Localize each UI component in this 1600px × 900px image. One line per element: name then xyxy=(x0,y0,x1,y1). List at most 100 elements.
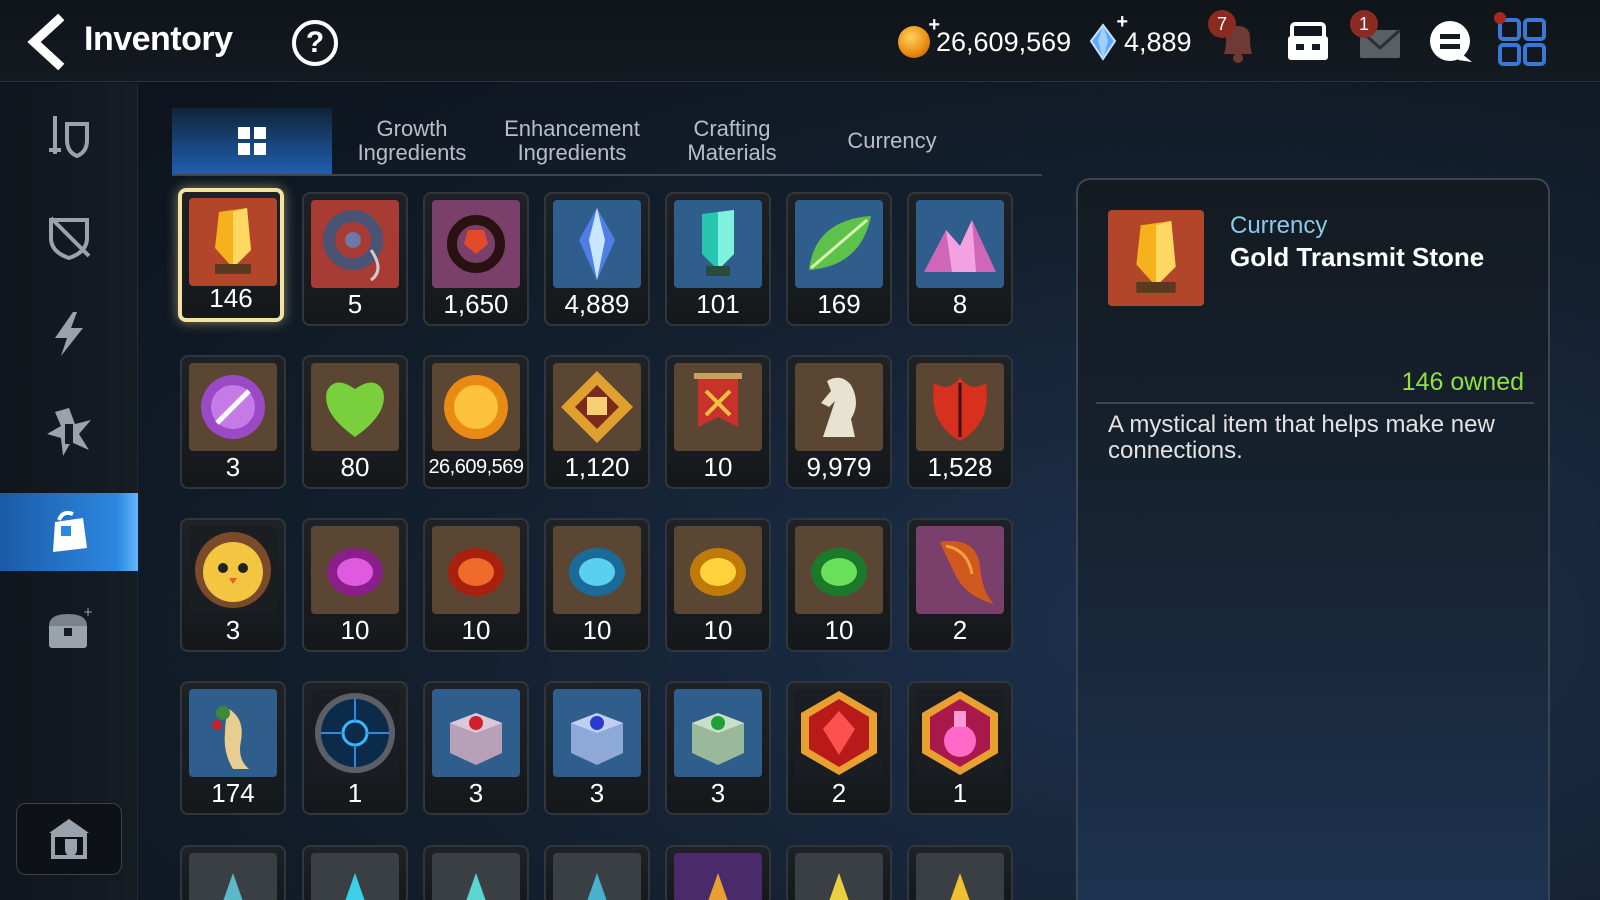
item-count: 10 xyxy=(703,452,733,482)
item-slot[interactable]: 3 xyxy=(544,681,650,815)
shop-button[interactable] xyxy=(1282,16,1334,68)
item-slot[interactable]: 3 xyxy=(423,681,529,815)
mail-badge: 1 xyxy=(1350,10,1378,38)
notification-button[interactable]: 7 xyxy=(1208,10,1264,68)
item-slot[interactable]: 1 xyxy=(302,681,408,815)
item-count: 146 xyxy=(209,283,253,313)
item-slot[interactable]: 2 xyxy=(907,518,1013,652)
item-slot[interactable]: 169 xyxy=(786,192,892,326)
item-count: 3 xyxy=(225,615,241,645)
skystone-currency[interactable]: + 4,889 xyxy=(1088,11,1192,62)
item-slot[interactable]: 3 xyxy=(665,681,771,815)
item-count: 1,120 xyxy=(564,452,630,482)
item-slot[interactable]: 101 xyxy=(665,192,771,326)
item-count: 8 xyxy=(952,289,968,319)
item-count: 10 xyxy=(703,615,733,645)
item-owned-count: 146 owned xyxy=(1401,368,1524,396)
sidebar-item-catalysts[interactable] xyxy=(0,295,138,373)
item-slot[interactable]: 1,120 xyxy=(544,355,650,489)
tab-growth-ingredients[interactable]: Growth Ingredients xyxy=(332,108,492,174)
page-title: Inventory xyxy=(84,20,233,58)
blue-orb-icon xyxy=(311,689,399,777)
item-slot[interactable]: 4,889 xyxy=(544,192,650,326)
item-slot[interactable] xyxy=(302,845,408,900)
sidebar-item-equipment[interactable] xyxy=(0,97,138,175)
item-slot[interactable]: 2 xyxy=(786,681,892,815)
tab-all[interactable] xyxy=(172,108,332,174)
storage-button[interactable] xyxy=(16,803,122,875)
phoenix-feather-icon xyxy=(916,526,1004,614)
gold-rune-icon xyxy=(674,526,762,614)
item-count: 3 xyxy=(710,778,726,808)
item-slot[interactable]: 10 xyxy=(544,518,650,652)
pink-potion-hex-icon xyxy=(916,689,1004,777)
menu-alert-dot xyxy=(1494,12,1506,24)
item-slot[interactable] xyxy=(907,845,1013,900)
item-slot[interactable]: 10 xyxy=(665,355,771,489)
item-slot[interactable]: 10 xyxy=(423,518,529,652)
blue-box-icon xyxy=(553,689,641,777)
ginseng-icon xyxy=(189,689,277,777)
item-slot[interactable] xyxy=(180,845,286,900)
fist-emblem-icon xyxy=(553,363,641,451)
item-slot[interactable]: 1 xyxy=(907,681,1013,815)
back-button[interactable] xyxy=(22,13,72,71)
pink-crystal-pile-icon xyxy=(916,200,1004,288)
item-count: 2 xyxy=(952,615,968,645)
skystone-icon: + xyxy=(1088,11,1128,61)
item-slot[interactable]: 10 xyxy=(302,518,408,652)
item-slot[interactable] xyxy=(786,845,892,900)
teal-crystal-icon xyxy=(674,200,762,288)
broken-shield-icon xyxy=(49,216,91,261)
item-slot[interactable] xyxy=(544,845,650,900)
sidebar-item-inventory[interactable] xyxy=(0,493,138,571)
item-count: 3 xyxy=(589,778,605,808)
gold-amount: 26,609,569 xyxy=(936,26,1072,57)
green-heart-icon xyxy=(311,363,399,451)
mail-button[interactable]: 1 xyxy=(1350,10,1406,68)
chest-icon: + xyxy=(49,605,93,648)
item-slot[interactable]: 26,609,569 xyxy=(423,355,529,489)
item-slot[interactable]: 10 xyxy=(786,518,892,652)
red-banner-icon xyxy=(674,363,762,451)
item-slot[interactable]: 1,528 xyxy=(907,355,1013,489)
item-count: 101 xyxy=(696,289,740,319)
svg-text:+: + xyxy=(83,605,93,619)
tab-crafting-materials[interactable]: Crafting Materials xyxy=(652,108,812,174)
item-slot[interactable] xyxy=(423,845,529,900)
sidebar-item-artifacts[interactable] xyxy=(0,393,138,471)
item-count: 1,528 xyxy=(927,452,993,482)
lightning-icon xyxy=(55,312,83,356)
red-gem-hex-icon xyxy=(795,689,883,777)
item-count: 3 xyxy=(468,778,484,808)
item-slot[interactable]: 146 xyxy=(178,188,284,322)
item-slot[interactable]: 5 xyxy=(302,192,408,326)
item-slot[interactable]: 10 xyxy=(665,518,771,652)
item-slot[interactable]: 3 xyxy=(180,518,286,652)
tab-currency[interactable]: Currency xyxy=(812,108,972,174)
item-slot[interactable]: 3 xyxy=(180,355,286,489)
gold-coin-icon: + xyxy=(898,14,940,58)
help-button[interactable]: ? xyxy=(292,20,338,66)
gold-currency[interactable]: + 26,609,569 xyxy=(898,14,1072,62)
partial-item-icon xyxy=(553,853,641,900)
item-slot[interactable]: 8 xyxy=(907,192,1013,326)
chat-button[interactable] xyxy=(1424,16,1476,68)
sidebar-item-chests[interactable]: + xyxy=(0,591,138,669)
sidebar-item-unequipped[interactable] xyxy=(0,197,138,275)
item-slot[interactable]: 1,650 xyxy=(423,192,529,326)
item-count: 9,979 xyxy=(806,452,872,482)
knight-piece-icon xyxy=(795,363,883,451)
partial-item-icon xyxy=(674,853,762,900)
item-name: Gold Transmit Stone xyxy=(1230,242,1485,272)
item-count: 10 xyxy=(824,615,854,645)
menu-button[interactable] xyxy=(1494,12,1548,68)
category-tabs: Growth Ingredients Enhancement Ingredien… xyxy=(172,108,1042,176)
item-slot[interactable]: 80 xyxy=(302,355,408,489)
item-slot[interactable] xyxy=(665,845,771,900)
tab-enhancement-ingredients[interactable]: Enhancement Ingredients xyxy=(492,108,652,174)
red-box-icon xyxy=(432,689,520,777)
notification-badge: 7 xyxy=(1208,10,1236,38)
item-slot[interactable]: 174 xyxy=(180,681,286,815)
item-slot[interactable]: 9,979 xyxy=(786,355,892,489)
